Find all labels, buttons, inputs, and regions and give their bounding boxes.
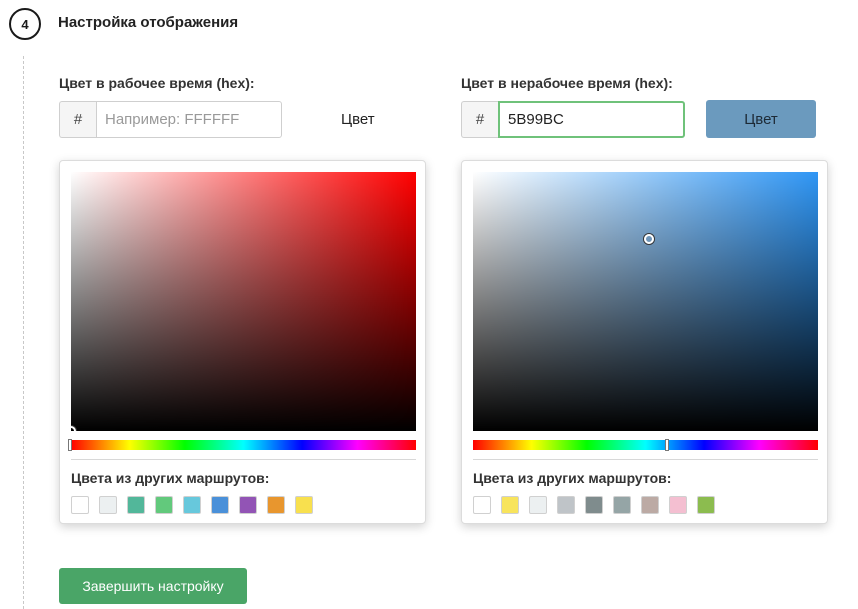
color-swatch[interactable] [585,496,603,514]
color-swatch[interactable] [295,496,313,514]
color-swatch[interactable] [697,496,715,514]
hue-slider[interactable] [68,439,416,451]
off-color-hex-input[interactable] [498,101,685,138]
divider [473,459,818,460]
swatch-list [473,496,715,514]
saturation-value-area[interactable] [473,172,818,431]
color-swatch[interactable] [501,496,519,514]
swatch-list [71,496,313,514]
other-routes-colors-label: Цвета из других маршрутов: [71,470,270,486]
color-swatch[interactable] [211,496,229,514]
color-swatch[interactable] [267,496,285,514]
work-color-picker: Цвета из других маршрутов: [59,160,426,524]
off-color-button[interactable]: Цвет [706,100,816,138]
hue-slider[interactable] [473,439,818,451]
off-color-label: Цвет в нерабочее время (hex): [461,75,673,91]
color-swatch[interactable] [99,496,117,514]
hue-thumb[interactable] [68,439,72,451]
hash-prefix: # [461,101,498,138]
work-color-hex-input[interactable] [96,101,282,138]
saturation-value-area[interactable] [71,172,416,431]
other-routes-colors-label: Цвета из других маршрутов: [473,470,672,486]
off-color-input-group: # [461,101,685,138]
finish-setup-button[interactable]: Завершить настройку [59,568,247,604]
work-color-button[interactable]: Цвет [341,111,375,128]
section-title: Настройка отображения [58,14,239,31]
color-swatch[interactable] [127,496,145,514]
color-swatch[interactable] [183,496,201,514]
hue-thumb[interactable] [664,439,669,451]
divider [71,459,416,460]
color-swatch[interactable] [529,496,547,514]
color-swatch[interactable] [613,496,631,514]
color-swatch[interactable] [473,496,491,514]
work-color-input-group: # [59,101,282,138]
color-swatch[interactable] [155,496,173,514]
color-swatch[interactable] [557,496,575,514]
color-swatch[interactable] [71,496,89,514]
step-connector-line [23,56,24,609]
color-swatch[interactable] [641,496,659,514]
step-number-badge: 4 [9,8,41,40]
hash-prefix: # [59,101,96,138]
off-color-picker: Цвета из других маршрутов: [461,160,828,524]
color-swatch[interactable] [239,496,257,514]
color-swatch[interactable] [669,496,687,514]
work-color-label: Цвет в рабочее время (hex): [59,75,255,91]
sv-cursor[interactable] [643,234,654,245]
